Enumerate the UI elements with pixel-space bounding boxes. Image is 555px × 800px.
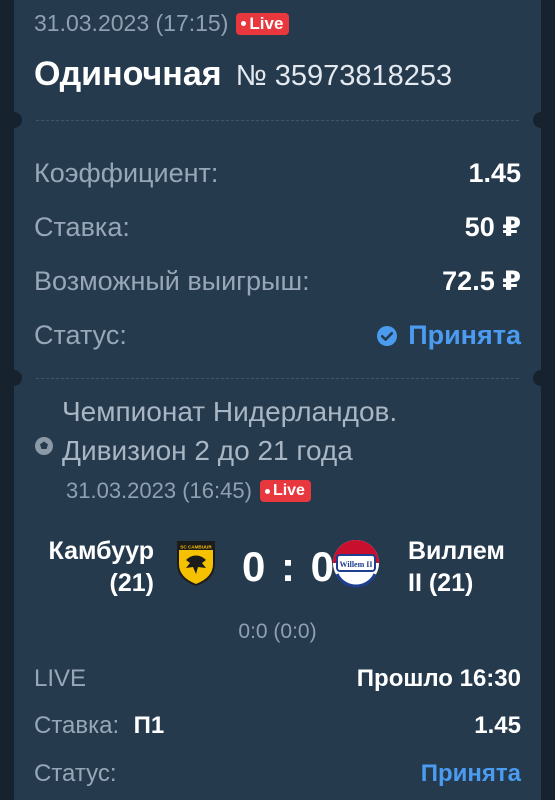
ticket-divider [36,120,519,121]
live-badge-label: Live [249,13,284,33]
possible-win-value: 72.5 ₽ [442,266,521,296]
coefficient-value: 1.45 [468,158,521,188]
event-datetime-row: 31.03.2023 (16:45) Live [66,478,311,504]
ticket-divider-2 [36,378,519,379]
home-logo-text: SC CAMBUUR [180,545,212,550]
live-badge: Live [236,12,290,35]
outcome-value: П1 [133,712,165,739]
bet-card: 31.03.2023 (17:15) Live Одиночная № 3597… [6,0,549,800]
ticket-notch-right-2 [533,370,549,386]
away-team-name: Виллем II (21) [408,535,528,599]
live-dot-icon [241,21,247,26]
bet-datetime: 31.03.2023 (17:15) [34,10,229,36]
ticket-notch-left [6,112,22,128]
outcome-status-label: Статус: [34,760,117,787]
outcome-left: Ставка: П1 [34,712,164,740]
outcome-status-value: Принята [420,760,521,787]
away-team-line-1: Виллем [408,537,505,565]
tournament-block: Чемпионат Нидерландов. Дивизион 2 до 21 … [34,392,397,470]
away-team-logo: Willem II [333,540,379,588]
soccer-ball-icon [35,437,53,455]
away-logo-text: Willem II [340,560,373,569]
ticket-notch-left-2 [6,370,22,386]
live-label: LIVE [34,665,87,692]
event-datetime: 31.03.2023 (16:45) [66,478,252,503]
outcome-status-row: Статус: Принята [34,760,521,788]
status-row: Статус: Принята [34,320,521,351]
outcome-coefficient: 1.45 [474,712,521,739]
bet-number: № 35973818253 [235,60,453,92]
stake-value: 50 ₽ [464,212,521,242]
bet-datetime-row: 31.03.2023 (17:15) Live [34,10,290,37]
ticket-notch-right [533,112,549,128]
check-circle-icon [377,325,398,346]
status-value-text: Принята [408,320,521,350]
coefficient-label: Коэффициент: [34,158,219,188]
live-dot-icon [264,488,270,494]
match-score: 0 : 0 [241,543,337,590]
tournament-line-2: Дивизион 2 до 21 года [62,435,353,466]
outcome-row: Ставка: П1 1.45 [34,712,521,740]
half-time-score: 0:0 (0:0) [238,620,317,643]
home-team-name: Камбуур (21) [34,535,155,599]
stake-label: Ставка: [34,212,130,242]
home-team-line-1: Камбуур [48,537,155,565]
stake-row: Ставка: 50 ₽ [34,212,521,243]
home-team-line-2: (21) [109,569,154,597]
coefficient-row: Коэффициент: 1.45 [34,158,521,189]
away-team-line-2: II (21) [408,569,474,597]
event-live-badge-label: Live [272,482,305,499]
tournament-name: Чемпионат Нидерландов. Дивизион 2 до 21 … [62,392,397,470]
tournament-line-1: Чемпионат Нидерландов. [62,396,398,427]
status-label: Статус: [34,320,127,350]
event-live-badge: Live [259,480,311,502]
status-value: Принята [376,320,521,351]
live-row: LIVE Прошло 16:30 [34,665,521,693]
elapsed-time: Прошло 16:30 [356,665,521,692]
home-team-logo: SC CAMBUUR [177,541,215,586]
bet-type-title: Одиночная [34,55,222,93]
possible-win-label: Возможный выигрыш: [34,266,310,296]
outcome-stake-label: Ставка: [34,712,120,739]
bet-title-row: Одиночная № 35973818253 [34,55,452,94]
possible-win-row: Возможный выигрыш: 72.5 ₽ [34,266,521,297]
